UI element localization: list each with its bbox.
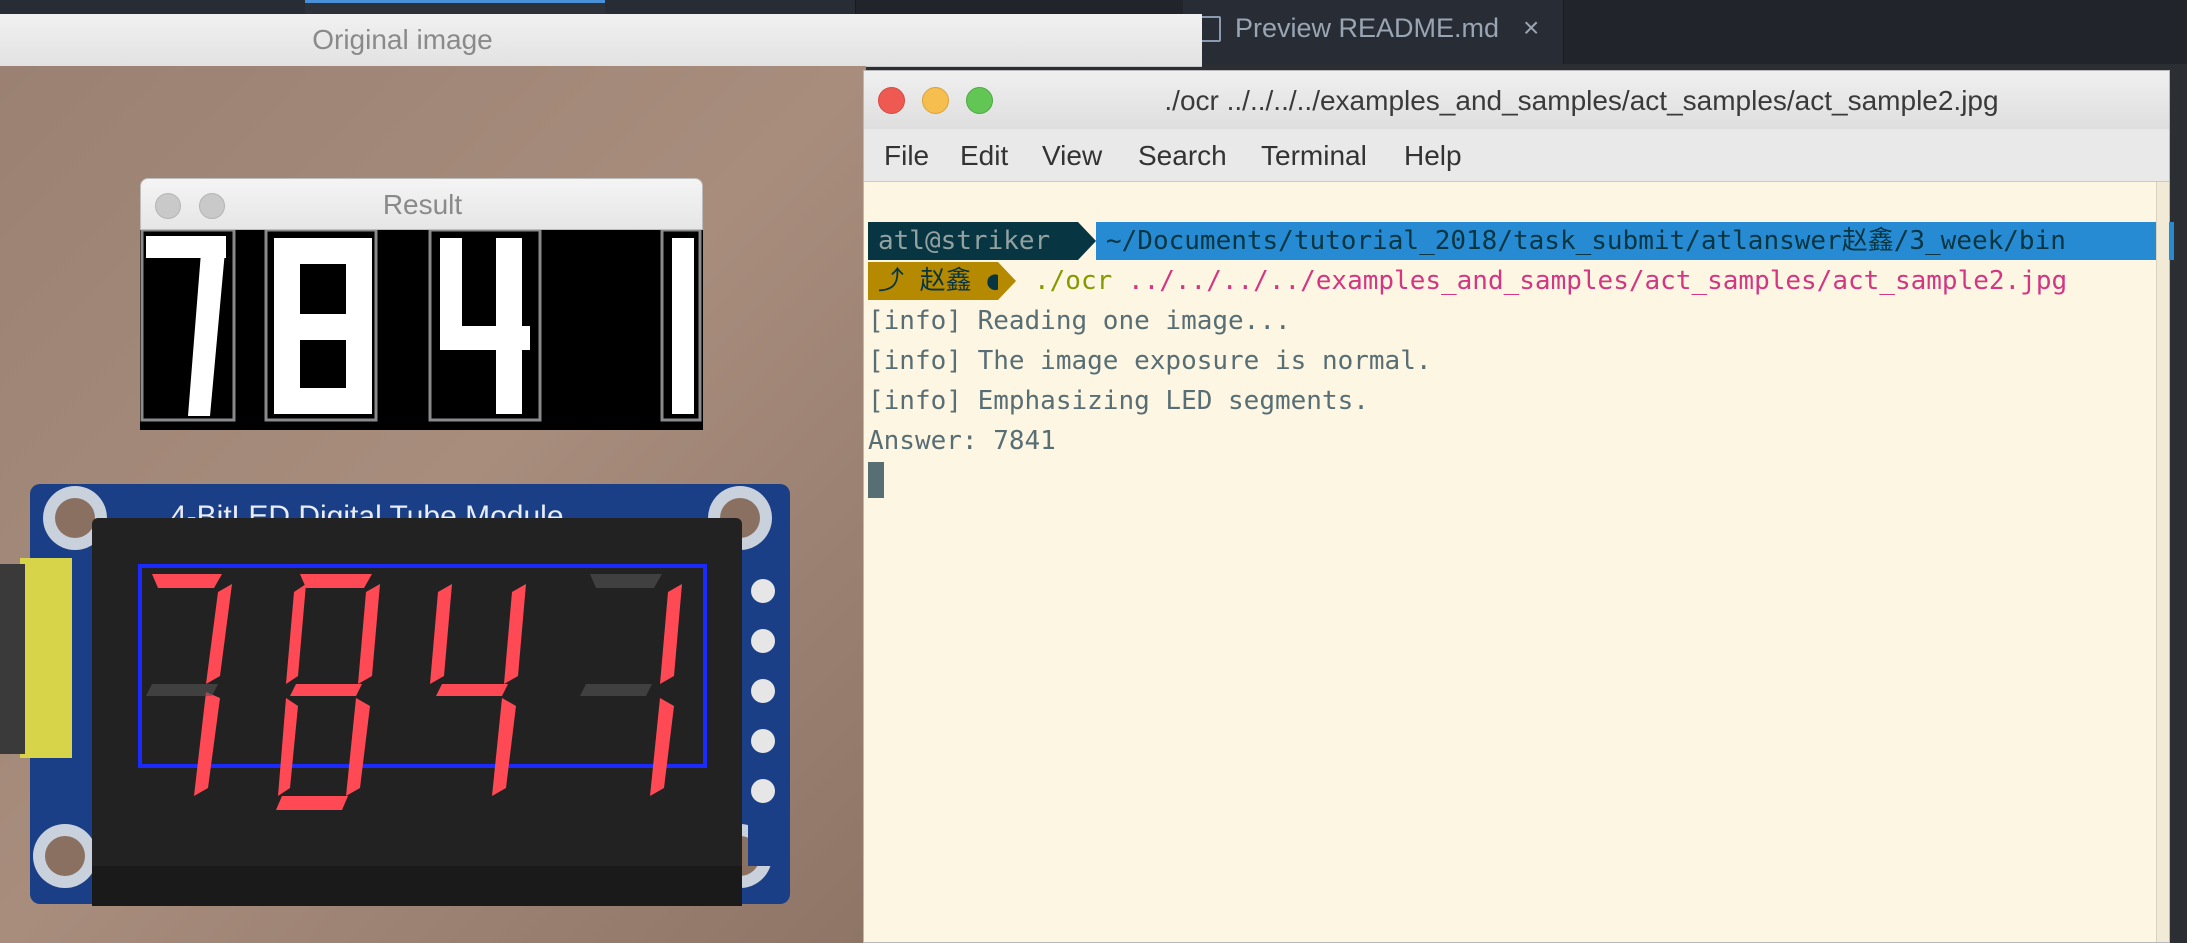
- menu-search[interactable]: Search: [1138, 140, 1227, 172]
- output-line: [info] The image exposure is normal.: [868, 346, 1432, 376]
- prompt-path: ~/Documents/tutorial_2018/task_submit/at…: [1096, 222, 2174, 260]
- output-line: [info] Reading one image...: [868, 306, 1291, 336]
- close-icon[interactable]: ×: [1523, 12, 1539, 44]
- window-title: Result: [382, 189, 463, 220]
- window-title: ./ocr ../../../../examples_and_samples/a…: [1164, 85, 1999, 116]
- terminal-cursor: [868, 462, 884, 498]
- command-args: ../../../../examples_and_samples/act_sam…: [1127, 266, 2068, 296]
- window-titlebar[interactable]: ./ocr ../../../../examples_and_samples/a…: [864, 71, 2169, 129]
- tab-label: Preview README.md: [1235, 13, 1500, 43]
- segmented-digits: [140, 228, 703, 430]
- powerline-separator-icon: [1078, 222, 1096, 260]
- menu-view[interactable]: View: [1042, 140, 1102, 172]
- scrollbar[interactable]: [2156, 182, 2169, 942]
- answer-line: Answer: 7841: [868, 426, 1056, 456]
- result-digit-1: [672, 238, 694, 414]
- result-image: [140, 228, 703, 430]
- terminal-window: ./ocr ../../../../examples_and_samples/a…: [863, 70, 2174, 943]
- result-window: Result: [140, 178, 703, 430]
- menu-bar: File Edit View Search Terminal Help: [864, 129, 2169, 182]
- menu-edit[interactable]: Edit: [960, 140, 1008, 172]
- terminal-output[interactable]: atl@striker ~/Documents/tutorial_2018/ta…: [864, 182, 2174, 942]
- close-icon[interactable]: [878, 87, 905, 114]
- menu-file[interactable]: File: [884, 140, 929, 172]
- prompt-branch: ⤴ 赵鑫 ●: [868, 262, 1003, 300]
- window-title: Original image: [312, 24, 493, 55]
- maximize-icon[interactable]: [966, 87, 993, 114]
- command-program: ./ocr: [1034, 266, 1113, 296]
- menu-terminal[interactable]: Terminal: [1261, 140, 1367, 172]
- minimize-icon[interactable]: [922, 87, 949, 114]
- powerline-separator-icon: [998, 262, 1016, 300]
- file-preview-icon: [1199, 16, 1221, 42]
- window-titlebar[interactable]: Result: [140, 178, 703, 230]
- command-line: ./ocr ../../../../examples_and_samples/a…: [1034, 262, 2067, 300]
- output-line: [info] Emphasizing LED segments.: [868, 386, 1369, 416]
- window-titlebar[interactable]: Original image: [0, 14, 1202, 67]
- tab-preview-readme[interactable]: Preview README.md ×: [1183, 0, 1564, 64]
- prompt-user: atl@striker: [868, 222, 1078, 260]
- menu-help[interactable]: Help: [1404, 140, 1462, 172]
